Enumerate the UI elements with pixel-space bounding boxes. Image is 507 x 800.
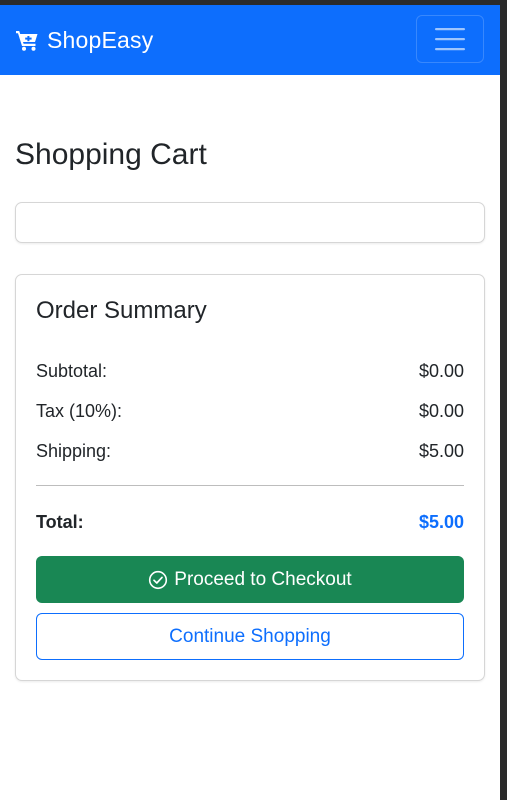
total-value: $5.00 bbox=[418, 512, 464, 532]
cart-items-card bbox=[15, 202, 485, 243]
hamburger-menu-icon bbox=[435, 28, 465, 51]
checkout-button-label: Proceed to Checkout bbox=[174, 568, 352, 590]
shopping-cart-icon bbox=[16, 31, 38, 51]
order-summary-card: Order Summary Subtotal: $0.00 Tax (10%):… bbox=[15, 274, 485, 681]
navbar: ShopEasy bbox=[0, 5, 500, 75]
app-frame: ShopEasy Shopping Cart Order Summary Sub… bbox=[0, 0, 507, 800]
shipping-label: Shipping: bbox=[36, 441, 112, 461]
brand-link[interactable]: ShopEasy bbox=[15, 27, 153, 54]
tax-label: Tax (10%): bbox=[36, 401, 123, 421]
subtotal-row: Subtotal: $0.00 bbox=[36, 361, 464, 382]
total-row: Total: $5.00 bbox=[36, 512, 464, 533]
shipping-row: Shipping: $5.00 bbox=[36, 441, 464, 462]
window-scrollbar-edge bbox=[500, 0, 507, 800]
continue-shopping-button[interactable]: Continue Shopping bbox=[36, 613, 464, 660]
subtotal-value: $0.00 bbox=[418, 361, 464, 381]
tax-value: $0.00 bbox=[418, 401, 464, 421]
menu-toggle-button[interactable] bbox=[416, 15, 484, 63]
brand-name: ShopEasy bbox=[47, 26, 154, 53]
summary-divider bbox=[36, 485, 464, 486]
proceed-to-checkout-button[interactable]: Proceed to Checkout bbox=[36, 556, 464, 603]
total-label: Total: bbox=[36, 512, 84, 532]
shipping-value: $5.00 bbox=[418, 441, 464, 461]
page-title: Shopping Cart bbox=[15, 138, 207, 171]
tax-row: Tax (10%): $0.00 bbox=[36, 401, 464, 422]
check-circle-icon bbox=[149, 570, 168, 589]
continue-button-label: Continue Shopping bbox=[169, 625, 331, 647]
subtotal-label: Subtotal: bbox=[36, 361, 108, 381]
order-summary-title: Order Summary bbox=[36, 297, 207, 324]
